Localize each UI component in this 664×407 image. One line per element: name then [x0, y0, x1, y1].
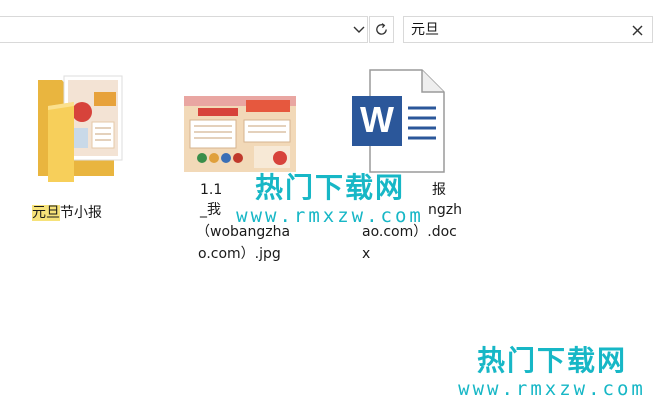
refresh-button[interactable] — [369, 16, 394, 43]
clear-search-button[interactable] — [628, 21, 646, 39]
file-item-folder[interactable]: 元旦节小报 — [24, 66, 134, 221]
file-name-line: ngzh — [428, 202, 462, 218]
file-item-image[interactable]: 1.1 _我 （wobangzha o.com）.jpg — [178, 66, 302, 266]
close-icon — [632, 25, 642, 35]
file-name-label: 元旦节小报 — [24, 183, 142, 223]
chevron-down-icon — [353, 26, 365, 33]
watermark-url-text: www.rmxzw.com — [458, 378, 646, 400]
file-name-line: （wobangzha — [196, 224, 291, 240]
address-bar[interactable] — [0, 16, 368, 43]
word-letter: W — [360, 99, 394, 140]
file-name-line: 报 — [432, 182, 446, 198]
search-input-value: 元旦 — [411, 22, 439, 38]
file-name-line: ao.com）.doc — [362, 224, 457, 240]
explorer-toolbar: 元旦 — [0, 0, 664, 44]
watermark-cn-text: 热门下载网 — [476, 344, 627, 377]
search-input[interactable]: 元旦 — [403, 16, 653, 43]
file-name-line: _我 — [200, 202, 221, 218]
file-name-line: 1.1 — [200, 182, 223, 198]
file-name-line: x — [362, 246, 371, 262]
image-thumbnail — [184, 96, 296, 172]
file-item-document[interactable]: W 报 ngzh ao.com）.doc x — [344, 66, 468, 266]
refresh-icon — [376, 23, 387, 35]
address-dropdown-button[interactable] — [350, 20, 368, 40]
search-match-highlight: 元旦 — [32, 205, 60, 221]
file-name-rest: 节小报 — [60, 205, 102, 221]
file-name-line: o.com）.jpg — [198, 246, 281, 262]
folder-icon — [38, 75, 123, 182]
watermark-bottom-right: 热门下载网 www.rmxzw.com — [440, 345, 664, 401]
